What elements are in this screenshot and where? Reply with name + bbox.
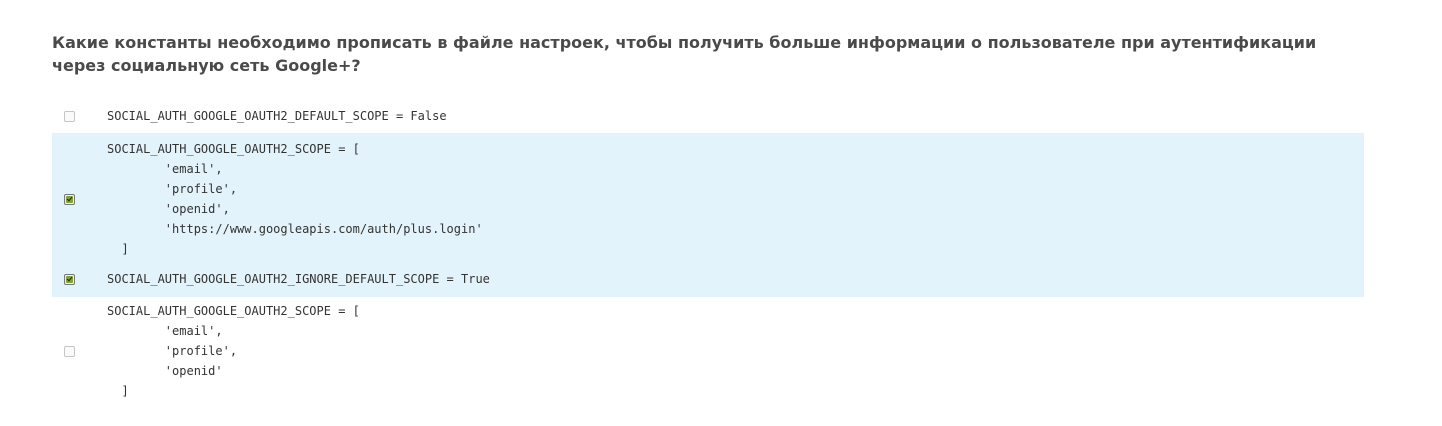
check-mark-icon [66,275,73,283]
checkbox-checked-icon[interactable] [64,273,75,285]
checkbox-cell [52,345,107,357]
checkbox-cell [52,273,107,285]
answer-options-list: SOCIAL_AUTH_GOOGLE_OAUTH2_DEFAULT_SCOPE … [52,99,1364,405]
question-text: Какие константы необходимо прописать в ф… [52,33,1317,75]
checkbox-cell [52,193,107,205]
answer-option-3[interactable]: SOCIAL_AUTH_GOOGLE_OAUTH2_IGNORE_DEFAULT… [52,265,1364,297]
option-code: SOCIAL_AUTH_GOOGLE_OAUTH2_DEFAULT_SCOPE … [107,109,447,123]
checkbox-checked-icon[interactable] [64,193,75,205]
checkbox-unchecked-icon[interactable] [64,345,75,357]
option-code: SOCIAL_AUTH_GOOGLE_OAUTH2_SCOPE = [ 'ema… [107,304,360,398]
checkbox-cell [52,110,107,122]
answer-option-4[interactable]: SOCIAL_AUTH_GOOGLE_OAUTH2_SCOPE = [ 'ema… [52,297,1364,405]
checkbox-unchecked-icon[interactable] [64,110,75,122]
answer-option-1[interactable]: SOCIAL_AUTH_GOOGLE_OAUTH2_DEFAULT_SCOPE … [52,99,1364,133]
check-mark-icon [66,195,73,203]
option-code: SOCIAL_AUTH_GOOGLE_OAUTH2_SCOPE = [ 'ema… [107,142,483,256]
option-code: SOCIAL_AUTH_GOOGLE_OAUTH2_IGNORE_DEFAULT… [107,272,490,286]
answer-option-2[interactable]: SOCIAL_AUTH_GOOGLE_OAUTH2_SCOPE = [ 'ema… [52,133,1364,265]
